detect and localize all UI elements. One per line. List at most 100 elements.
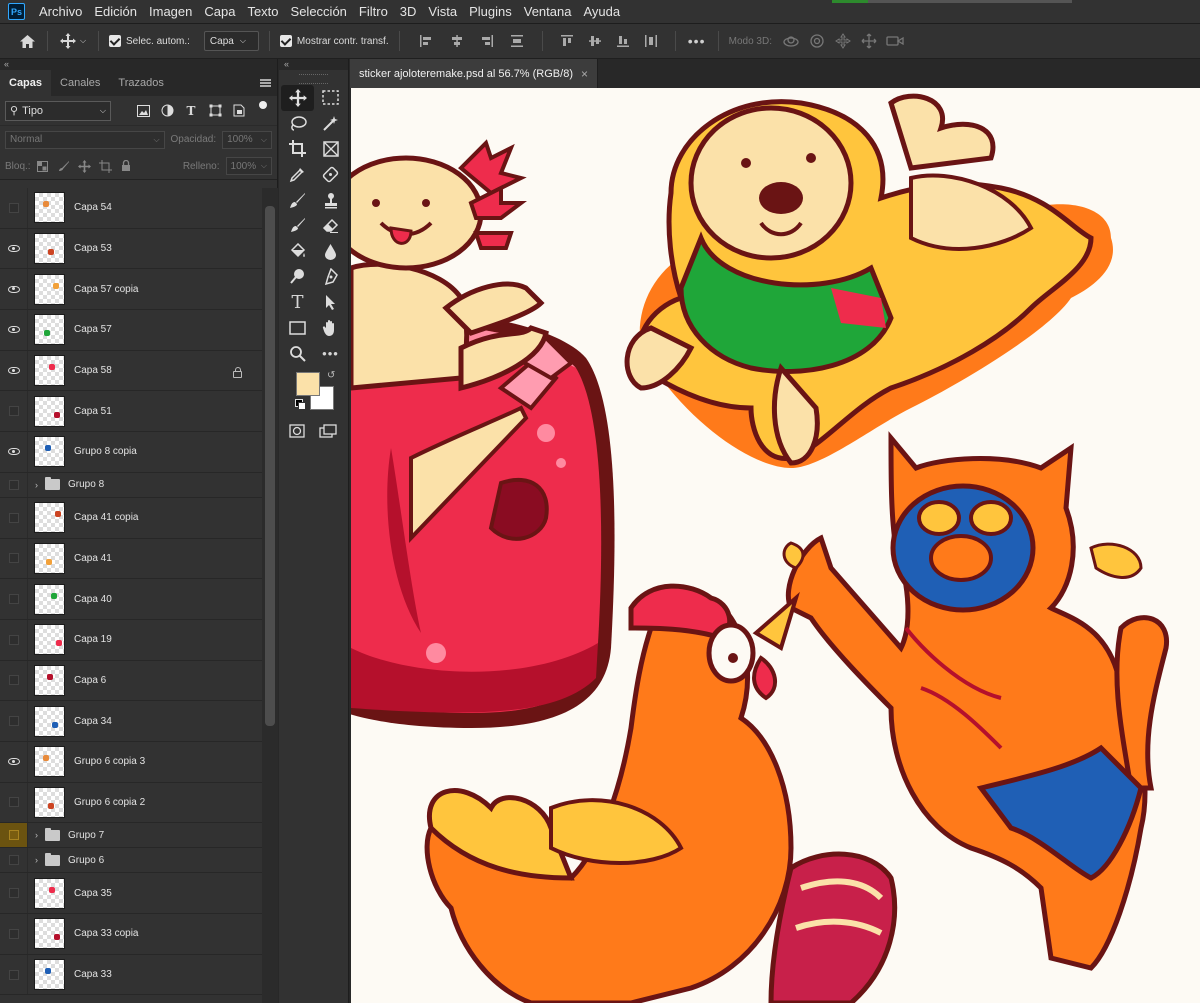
visibility-toggle[interactable]	[0, 579, 28, 619]
fill-field[interactable]: 100% ⌵	[225, 157, 272, 175]
visibility-toggle[interactable]	[0, 188, 28, 228]
layers-scrollbar[interactable]	[262, 188, 278, 1003]
filter-type-icon[interactable]: T	[184, 104, 198, 118]
eye-icon[interactable]	[0, 432, 28, 472]
layer-row[interactable]: Capa 53	[0, 228, 262, 270]
visibility-toggle[interactable]	[0, 782, 28, 823]
layer-row[interactable]: Capa 41	[0, 538, 262, 580]
more-options-icon[interactable]: •••	[686, 33, 708, 49]
menu-archivo[interactable]: Archivo	[33, 4, 88, 19]
document-tab[interactable]: sticker ajoloteremake.psd al 56.7% (RGB/…	[350, 59, 598, 88]
distribute-icon[interactable]	[502, 34, 532, 48]
lasso-tool-icon[interactable]	[281, 111, 314, 137]
layer-row[interactable]: Capa 57 copia	[0, 269, 262, 311]
filter-pixel-icon[interactable]	[136, 104, 150, 118]
type-tool-icon[interactable]: T	[281, 290, 314, 316]
layer-row[interactable]: Capa 35	[0, 873, 262, 914]
align-top-icon[interactable]	[553, 34, 581, 48]
panel-collapse-icon[interactable]: «	[0, 59, 277, 70]
tab-canales[interactable]: Canales	[51, 70, 109, 96]
blend-mode-dropdown[interactable]: Normal ⌵	[5, 130, 165, 149]
auto-select-checkbox[interactable]	[109, 35, 121, 47]
3d-roll-icon[interactable]	[804, 33, 830, 49]
lock-all-icon[interactable]	[120, 159, 133, 173]
paint-bucket-tool-icon[interactable]	[281, 239, 314, 265]
canvas[interactable]	[351, 88, 1200, 1003]
lock-position-icon[interactable]	[78, 159, 92, 173]
home-icon[interactable]	[17, 34, 37, 49]
distribute-vertical-icon[interactable]	[637, 34, 665, 48]
filter-smart-object-icon[interactable]	[232, 104, 246, 118]
layer-row[interactable]: Capa 34	[0, 701, 262, 742]
dodge-tool-icon[interactable]	[281, 264, 314, 290]
eye-icon[interactable]	[0, 269, 28, 310]
layer-group-row[interactable]: › Grupo 7	[0, 823, 262, 849]
eraser-tool-icon[interactable]	[314, 213, 347, 239]
menu-imagen[interactable]: Imagen	[143, 4, 198, 19]
show-transform-checkbox[interactable]	[279, 35, 292, 47]
eye-icon[interactable]	[0, 310, 28, 350]
filter-adjustment-icon[interactable]	[160, 104, 174, 118]
menu-ventana[interactable]: Ventana	[518, 4, 578, 19]
3d-video-camera-icon[interactable]	[882, 35, 908, 47]
align-bottom-icon[interactable]	[609, 34, 637, 48]
layer-row[interactable]: Capa 51	[0, 391, 262, 433]
align-right-icon[interactable]	[472, 34, 502, 48]
layer-row[interactable]: Capa 57	[0, 310, 262, 351]
frame-tool-icon[interactable]	[314, 136, 347, 162]
layer-row[interactable]: Capa 58	[0, 350, 262, 392]
zoom-tool-icon[interactable]	[281, 341, 314, 367]
crop-tool-icon[interactable]	[281, 136, 314, 162]
chevron-right-icon[interactable]: ›	[35, 855, 38, 865]
visibility-toggle[interactable]	[0, 660, 28, 701]
swap-colors-icon[interactable]: ↺	[327, 370, 335, 381]
quick-mask-icon[interactable]	[289, 423, 305, 438]
eyedropper-tool-icon[interactable]	[281, 162, 314, 188]
menu-seleccion[interactable]: Selección	[285, 4, 353, 19]
path-selection-tool-icon[interactable]	[314, 290, 347, 316]
scrollbar-thumb[interactable]	[265, 206, 275, 726]
layer-group-row[interactable]: › Grupo 8	[0, 472, 262, 498]
clone-stamp-tool-icon[interactable]	[314, 187, 347, 213]
menu-vista[interactable]: Vista	[422, 4, 463, 19]
chevron-right-icon[interactable]: ›	[35, 830, 38, 840]
filter-toggle-icon[interactable]	[259, 100, 267, 109]
visibility-toggle[interactable]	[0, 914, 28, 954]
layer-group-row[interactable]: › Grupo 6	[0, 848, 262, 874]
marquee-tool-icon[interactable]	[314, 85, 347, 111]
visibility-toggle[interactable]	[0, 701, 28, 741]
3d-pan-icon[interactable]	[830, 33, 856, 49]
layer-row[interactable]: Grupo 8 copia	[0, 432, 262, 473]
history-brush-tool-icon[interactable]	[281, 213, 314, 239]
menu-filtro[interactable]: Filtro	[353, 4, 394, 19]
layer-row[interactable]: Grupo 6 copia 3	[0, 741, 262, 783]
eye-icon[interactable]	[0, 350, 28, 391]
3d-orbit-icon[interactable]	[778, 34, 804, 48]
layer-row[interactable]: Capa 40	[0, 579, 262, 620]
visibility-toggle[interactable]	[0, 391, 28, 432]
more-tools-icon[interactable]: •••	[314, 341, 347, 367]
layer-row[interactable]: Capa 6	[0, 660, 262, 702]
default-colors-icon[interactable]	[295, 398, 306, 410]
lock-artboard-icon[interactable]	[99, 159, 113, 173]
auto-select-dropdown[interactable]: Capa ⌵	[203, 31, 259, 51]
photoshop-logo-icon[interactable]: Ps	[8, 3, 25, 20]
layer-filter-dropdown[interactable]: ⚲ Tipo ⌵	[5, 100, 111, 121]
move-tool-icon[interactable]	[281, 85, 314, 111]
layer-row[interactable]: Capa 41 copia	[0, 497, 262, 539]
visibility-toggle[interactable]	[0, 873, 28, 913]
lock-transparent-icon[interactable]	[37, 159, 50, 173]
hand-tool-icon[interactable]	[314, 315, 347, 341]
foreground-color-swatch[interactable]	[296, 371, 320, 396]
chevron-right-icon[interactable]: ›	[35, 480, 38, 490]
brush-tool-icon[interactable]	[281, 187, 314, 213]
visibility-toggle[interactable]	[0, 848, 28, 873]
screen-mode-icon[interactable]	[319, 423, 337, 438]
align-vcenter-icon[interactable]	[581, 34, 609, 48]
tab-capas[interactable]: Capas	[0, 70, 52, 96]
toolbox-grip[interactable]	[299, 74, 328, 84]
align-left-icon[interactable]	[410, 34, 442, 48]
visibility-toggle[interactable]	[0, 538, 28, 579]
spot-healing-tool-icon[interactable]	[314, 162, 347, 188]
opacity-field[interactable]: 100% ⌵	[222, 130, 272, 149]
